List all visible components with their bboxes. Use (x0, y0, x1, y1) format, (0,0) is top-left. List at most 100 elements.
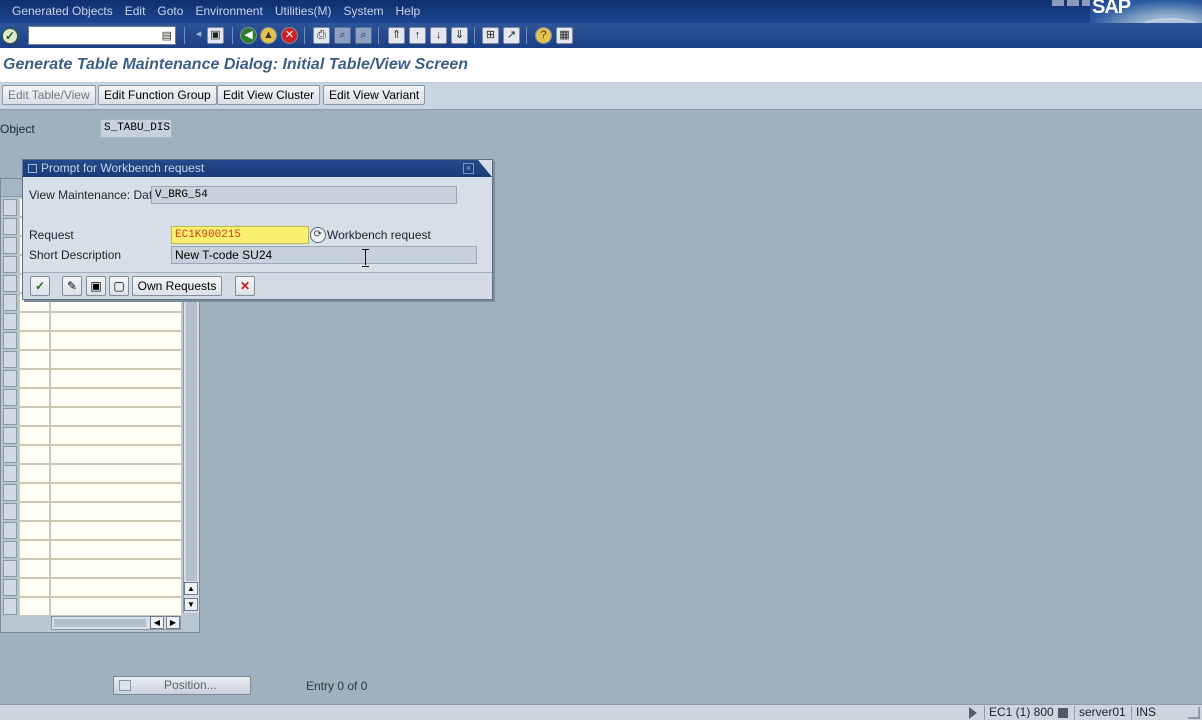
row-selector[interactable] (3, 294, 17, 311)
table-cell[interactable] (19, 521, 50, 540)
last-page-icon[interactable]: ⇓ (451, 27, 468, 44)
row-selector[interactable] (3, 427, 17, 444)
print-icon[interactable]: ⎙ (313, 27, 330, 44)
request-field[interactable]: EC1K900215 (171, 226, 309, 244)
table-cell[interactable] (50, 540, 182, 559)
edit-table-view-button[interactable]: Edit Table/View (2, 85, 96, 105)
table-cell[interactable] (50, 464, 182, 483)
table-cell[interactable] (19, 502, 50, 521)
table-cell[interactable] (50, 559, 182, 578)
row-selector[interactable] (3, 218, 17, 235)
table-cell[interactable] (50, 502, 182, 521)
create-request-icon[interactable]: ▢ (109, 276, 129, 296)
next-page-icon[interactable]: ↓ (430, 27, 447, 44)
table-cell[interactable] (50, 426, 182, 445)
first-page-icon[interactable]: ⇑ (388, 27, 405, 44)
table-cell[interactable] (19, 407, 50, 426)
table-cell[interactable] (19, 483, 50, 502)
table-cell[interactable] (19, 445, 50, 464)
help-icon[interactable]: ? (535, 27, 552, 44)
table-cell[interactable] (19, 559, 50, 578)
dialog-system-icon[interactable] (28, 164, 37, 173)
table-cell[interactable] (50, 312, 182, 331)
menu-help[interactable]: Help (390, 0, 427, 23)
row-selector[interactable] (3, 484, 17, 501)
short-description-field[interactable]: New T-code SU24 (171, 246, 477, 264)
vertical-scrollbar[interactable]: ▲ ▼ (183, 299, 199, 613)
table-cell[interactable] (50, 331, 182, 350)
table-cell[interactable] (50, 578, 182, 597)
exit-icon[interactable]: ▲ (260, 27, 277, 44)
row-selector[interactable] (3, 313, 17, 330)
save-icon[interactable]: ▣ (207, 27, 224, 44)
table-cell[interactable] (50, 350, 182, 369)
maximize-icon[interactable] (1067, 0, 1079, 6)
row-selector[interactable] (3, 332, 17, 349)
continue-icon[interactable]: ✓ (30, 276, 50, 296)
system-info[interactable]: EC1 (1) 800 (984, 706, 1054, 720)
server-info[interactable]: server01 (1074, 706, 1126, 720)
row-selector[interactable] (3, 389, 17, 406)
view-maintenance-field[interactable]: V_BRG_54 (151, 186, 457, 204)
menu-utilities[interactable]: Utilities(M) (269, 0, 338, 23)
scroll-right-icon[interactable]: ▶ (166, 616, 180, 629)
table-cell[interactable] (19, 369, 50, 388)
menu-system[interactable]: System (337, 0, 389, 23)
table-cell[interactable] (19, 426, 50, 445)
table-cell[interactable] (19, 578, 50, 597)
menu-edit[interactable]: Edit (119, 0, 152, 23)
row-selector[interactable] (3, 598, 17, 615)
position-button[interactable]: Position... (113, 676, 251, 695)
scroll-left-icon[interactable]: ◀ (150, 616, 164, 629)
shortcut-icon[interactable]: ↗ (503, 27, 520, 44)
row-selector[interactable] (3, 256, 17, 273)
previous-page-icon[interactable]: ↑ (409, 27, 426, 44)
layout-icon[interactable]: ▦ (556, 27, 573, 44)
edit-function-group-button[interactable]: Edit Function Group (98, 85, 217, 105)
row-selector[interactable] (3, 465, 17, 482)
row-selector[interactable] (3, 541, 17, 558)
cancel-dialog-icon[interactable]: ✕ (235, 276, 255, 296)
menu-generated-objects[interactable]: Generated Objects (0, 0, 119, 23)
menu-goto[interactable]: Goto (151, 0, 189, 23)
close-icon[interactable]: × (463, 163, 474, 174)
table-cell[interactable] (19, 312, 50, 331)
find-icon[interactable]: ⌕ (334, 27, 351, 44)
table-cell[interactable] (50, 407, 182, 426)
table-cell[interactable] (19, 350, 50, 369)
row-selector[interactable] (3, 408, 17, 425)
value-help-icon[interactable]: ⟳ (310, 227, 326, 243)
row-selector[interactable] (3, 237, 17, 254)
table-cell[interactable] (19, 331, 50, 350)
row-selector[interactable] (3, 275, 17, 292)
back-icon[interactable]: ◀ (240, 27, 257, 44)
scroll-down-icon[interactable]: ▼ (184, 598, 198, 611)
vertical-scroll-thumb[interactable] (186, 301, 197, 581)
table-cell[interactable] (19, 597, 50, 616)
minimize-icon[interactable] (1052, 0, 1064, 6)
cancel-icon[interactable]: ✕ (281, 27, 298, 44)
command-history-icon[interactable]: ▤ (162, 29, 172, 42)
table-cell[interactable] (19, 388, 50, 407)
edit-view-cluster-button[interactable]: Edit View Cluster (217, 85, 321, 105)
edit-request-icon[interactable]: ✎ (62, 276, 82, 296)
find-next-icon[interactable]: ⌕ (355, 27, 372, 44)
enter-icon[interactable]: ✓ (2, 28, 18, 44)
table-cell[interactable] (50, 521, 182, 540)
request-details-icon[interactable]: ▣ (86, 276, 106, 296)
row-selector[interactable] (3, 579, 17, 596)
menu-environment[interactable]: Environment (189, 0, 268, 23)
collapse-icon[interactable]: ◂ (190, 27, 207, 44)
command-field[interactable]: ▤ (28, 26, 176, 45)
table-cell[interactable] (50, 483, 182, 502)
row-selector[interactable] (3, 199, 17, 216)
own-requests-button[interactable]: Own Requests (132, 276, 222, 296)
horizontal-scroll-thumb[interactable] (54, 619, 146, 627)
insert-mode[interactable]: INS (1131, 706, 1156, 720)
object-field[interactable]: S_TABU_DIS (100, 119, 172, 138)
row-selector[interactable] (3, 560, 17, 577)
table-cell[interactable] (50, 388, 182, 407)
status-expand-icon[interactable] (969, 707, 977, 719)
scroll-up-icon[interactable]: ▲ (184, 582, 198, 595)
row-selector[interactable] (3, 351, 17, 368)
